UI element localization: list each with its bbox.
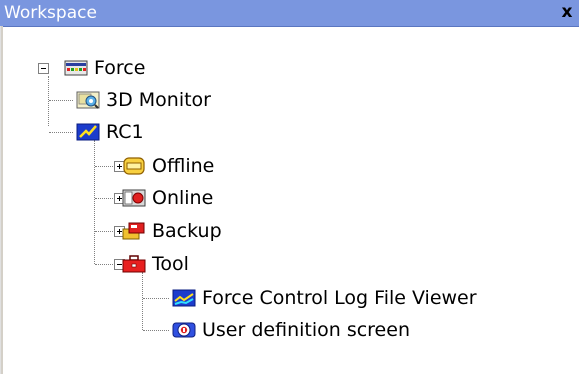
online-icon (122, 188, 146, 208)
tree-node-force[interactable]: Force (64, 54, 204, 82)
tree-node-rc1[interactable]: RC1 (76, 118, 196, 146)
close-button[interactable]: x (558, 3, 576, 21)
rc1-icon (76, 122, 100, 142)
tree-node-user-definition[interactable]: User definition screen (172, 316, 492, 344)
workspace-title: Workspace (4, 3, 97, 23)
tree-label-online: Online (152, 187, 214, 209)
tree-label-rc1: RC1 (106, 121, 144, 143)
3d-monitor-icon (76, 90, 100, 110)
expander-force[interactable] (38, 63, 49, 74)
tree-node-backup[interactable]: Backup (122, 217, 272, 245)
tree-connector (142, 272, 143, 330)
panel-left-border (0, 26, 3, 374)
tree-label-offline: Offline (152, 155, 215, 177)
backup-icon (122, 221, 146, 241)
tree-label-log-viewer: Force Control Log File Viewer (202, 287, 477, 309)
tree-label-3d-monitor: 3D Monitor (106, 89, 211, 111)
tree-label-backup: Backup (152, 220, 222, 242)
tree-connector (94, 140, 95, 264)
workspace-titlebar: Workspace x (0, 0, 579, 27)
tree-label-force: Force (94, 57, 146, 79)
tree-node-online[interactable]: Online (122, 184, 272, 212)
tree-node-offline[interactable]: Offline (122, 152, 272, 180)
workspace-panel: Workspace x Force 3D Monitor RC1 Offline… (0, 0, 579, 374)
tree-connector (49, 132, 73, 133)
force-icon (64, 58, 88, 78)
user-definition-icon (172, 320, 196, 340)
tree-connector (143, 298, 169, 299)
tree-node-3d-monitor[interactable]: 3D Monitor (76, 86, 276, 114)
offline-icon (122, 156, 146, 176)
tree-node-tool[interactable]: Tool (122, 250, 252, 278)
toolbox-icon (122, 254, 146, 274)
tree-connector (143, 330, 169, 331)
tree-connector (48, 76, 49, 126)
chart-viewer-icon (172, 288, 196, 308)
workspace-tree[interactable]: Force 3D Monitor RC1 Offline Online Back… (4, 26, 579, 374)
tree-label-user-definition: User definition screen (202, 319, 410, 341)
tree-connector (49, 100, 73, 101)
tree-label-tool: Tool (152, 253, 189, 275)
tree-node-log-viewer[interactable]: Force Control Log File Viewer (172, 284, 572, 312)
